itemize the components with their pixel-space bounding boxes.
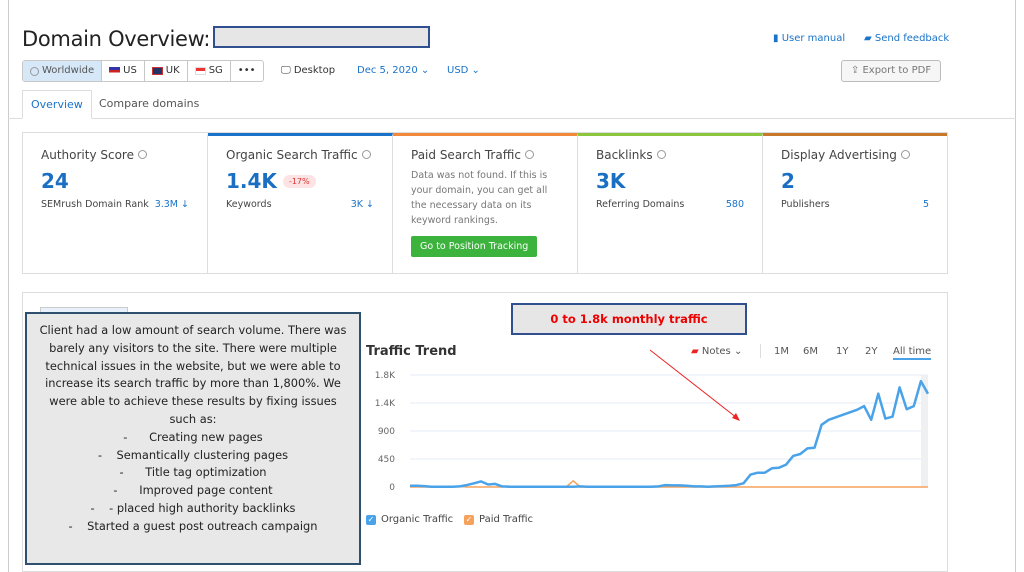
y-tick-label: 450 [378,455,395,465]
divider [760,344,761,358]
callout-item: - Semantically clustering pages [97,447,289,462]
card-backlinks: Backlinks 3K Referring Domains 580 [578,133,763,273]
monitor-icon: 🖵 [281,65,294,76]
uk-flag-icon [151,67,163,75]
range-1m[interactable]: 1M [774,346,789,357]
range-1y[interactable]: 1Y [836,346,848,357]
globe-icon [137,150,147,159]
page-title: Domain Overview: [22,27,211,51]
region-sg[interactable]: SG [188,61,231,81]
globe-icon [30,66,39,76]
callout-item: - Started a guest post outreach campaign [68,518,318,533]
annotation-arrow [649,349,740,421]
speech-bubble-icon: ▰ [864,33,875,44]
tab-divider [8,118,1016,119]
redacted-domain [213,26,430,48]
checkbox-icon: ✓ [366,514,376,525]
callout-item: - Improved page content [113,483,273,498]
summary-cards: Authority Score 24 SEMrush Domain Rank 3.… [22,132,948,274]
send-feedback-link[interactable]: ▰ Send feedback [864,33,949,44]
keywords-link[interactable]: 3K ↓ [351,199,374,210]
annotation-box: 0 to 1.8k monthly traffic [511,303,747,335]
position-tracking-button[interactable]: Go to Position Tracking [411,236,538,257]
callout-item: - Creating new pages [123,429,263,444]
callout-item: - - placed high authority backlinks [90,500,296,515]
y-tick-label: 0 [389,483,395,493]
currency-selector[interactable]: USD ⌄ [447,65,480,76]
card-authority-score: Authority Score 24 SEMrush Domain Rank 3.… [23,133,208,273]
sg-flag-icon [194,67,206,75]
publishers-link[interactable]: 5 [923,199,929,210]
legend-organic[interactable]: ✓ Organic Traffic [366,514,453,525]
range-all-time[interactable]: All time [893,346,932,360]
change-badge: -17% [282,175,316,188]
more-regions-button[interactable]: ••• [231,61,263,81]
tab-compare-domains[interactable]: Compare domains [91,90,207,119]
case-study-callout: Client had a low amount of search volume… [25,312,361,565]
globe-icon [361,150,371,159]
upload-icon: ⇪ [850,65,863,76]
region-us[interactable]: US [102,61,145,81]
card-paid-traffic: Paid Search Traffic Data was not found. … [393,133,578,273]
card-organic-traffic: Organic Search Traffic 1.4K -17% Keywords… [208,133,393,273]
region-uk[interactable]: UK [145,61,188,81]
region-worldwide[interactable]: Worldwide [23,61,103,81]
chart-title: Traffic Trend [366,344,457,359]
card-display-advertising: Display Advertising 2 Publishers 5 [763,133,947,273]
checkbox-icon: ✓ [464,514,474,525]
y-tick-label: 900 [378,427,395,437]
device-selector[interactable]: 🖵 Desktop [281,65,335,76]
range-6m[interactable]: 6M [803,346,818,357]
y-tick-label: 1.4K [375,399,396,409]
export-pdf-button[interactable]: ⇪ Export to PDF [841,60,941,82]
tab-overview[interactable]: Overview [22,90,92,119]
chevron-down-icon: ⌄ [417,65,430,76]
us-flag-icon [109,67,121,75]
globe-icon [900,150,910,159]
legend-paid[interactable]: ✓ Paid Traffic [464,514,533,525]
date-selector[interactable]: Dec 5, 2020 ⌄ [357,65,429,76]
domain-rank-link[interactable]: 3.3M ↓ [155,199,189,210]
referring-domains-link[interactable]: 580 [726,199,744,210]
y-tick-label: 1.8K [375,371,396,381]
callout-item: - Title tag optimization [119,465,267,480]
range-2y[interactable]: 2Y [865,346,877,357]
globe-icon [524,150,534,159]
chevron-down-icon: ⌄ [468,65,480,76]
book-icon: ▮ [773,33,782,44]
globe-icon [656,150,666,159]
user-manual-link[interactable]: ▮ User manual [773,33,845,44]
region-selector: Worldwide US UK SG ••• [22,60,264,82]
